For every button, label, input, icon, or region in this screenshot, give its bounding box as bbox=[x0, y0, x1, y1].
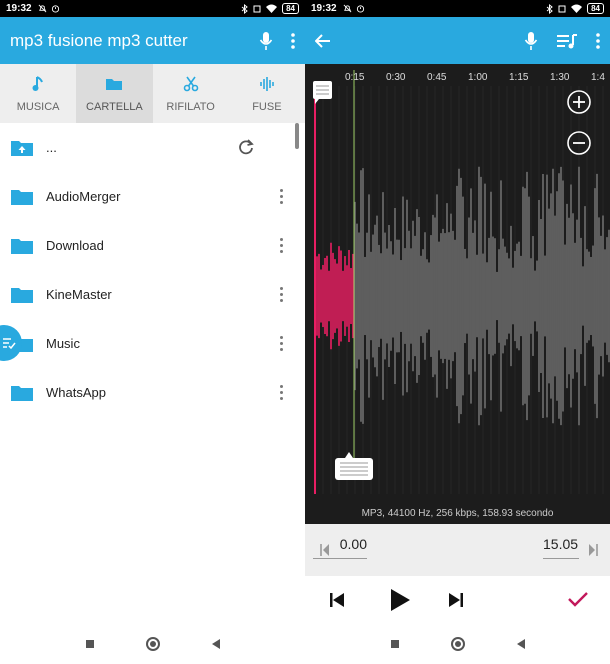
status-time: 19:32 bbox=[6, 3, 32, 14]
music-note-icon bbox=[32, 75, 44, 91]
status-bar: 19:32 84 bbox=[0, 0, 305, 17]
skip-to-end-icon[interactable] bbox=[588, 544, 598, 556]
folder-icon bbox=[11, 385, 33, 401]
folder-list: ... AudioMerger Download KineMaster Musi… bbox=[0, 123, 305, 417]
end-marker-handle-icon[interactable] bbox=[335, 452, 373, 482]
home-button[interactable] bbox=[145, 637, 160, 651]
playlist-music-icon[interactable] bbox=[556, 33, 578, 49]
back-button[interactable] bbox=[211, 639, 220, 649]
more-options-icon[interactable] bbox=[280, 238, 283, 253]
app-bar: mp3 fusione mp3 cutter bbox=[0, 17, 305, 64]
status-time: 19:32 bbox=[311, 3, 337, 14]
folder-icon bbox=[11, 287, 33, 303]
folder-icon bbox=[106, 78, 123, 90]
mute-icon bbox=[558, 5, 566, 12]
playlist-check-icon bbox=[3, 338, 16, 349]
tab-bar: MUSICA CARTELLA RIFILATO FUSE bbox=[0, 64, 305, 123]
microphone-icon[interactable] bbox=[259, 31, 273, 51]
wifi-icon bbox=[266, 4, 278, 13]
more-options-icon[interactable] bbox=[280, 385, 283, 400]
more-options-icon[interactable] bbox=[280, 287, 283, 302]
tab-label: MUSICA bbox=[16, 100, 60, 113]
folder-label: Music bbox=[46, 336, 80, 351]
audio-editor-screen: 19:32 84 0:15 0:30 0:45 1:00 1:15 1:30 1… bbox=[305, 0, 610, 664]
status-bar: 19:32 84 bbox=[305, 0, 610, 17]
back-button[interactable] bbox=[516, 639, 525, 649]
tab-fuse[interactable]: FUSE bbox=[229, 64, 305, 123]
timeline-label: 0:30 bbox=[386, 72, 406, 83]
folder-row[interactable]: Download bbox=[0, 221, 305, 270]
microphone-icon[interactable] bbox=[524, 31, 538, 51]
alarm-icon bbox=[51, 5, 59, 13]
system-nav-bar bbox=[0, 624, 305, 664]
folder-label: KineMaster bbox=[46, 287, 112, 302]
folder-label: Download bbox=[46, 238, 104, 253]
battery-indicator: 84 bbox=[282, 3, 299, 14]
tab-rifilato[interactable]: RIFILATO bbox=[153, 64, 229, 123]
timeline-label: 1:30 bbox=[550, 72, 570, 83]
timeline-label: 0:15 bbox=[345, 72, 365, 83]
waveform-icon bbox=[260, 76, 274, 91]
trim-time-controls: 0.00 15.05 bbox=[305, 524, 610, 576]
next-icon[interactable] bbox=[448, 592, 464, 608]
folder-icon bbox=[11, 189, 33, 205]
timeline-label: 1:00 bbox=[468, 72, 488, 83]
app-title: mp3 fusione mp3 cutter bbox=[10, 30, 188, 50]
battery-indicator: 84 bbox=[587, 3, 604, 14]
tab-label: FUSE bbox=[252, 100, 282, 113]
play-icon[interactable] bbox=[389, 588, 411, 612]
home-button[interactable] bbox=[450, 637, 465, 651]
overflow-menu-icon[interactable] bbox=[291, 32, 295, 49]
bluetooth-icon bbox=[241, 3, 248, 14]
file-info: MP3, 44100 Hz, 256 kbps, 158.93 secondo bbox=[361, 508, 554, 519]
folder-label: WhatsApp bbox=[46, 385, 106, 400]
bluetooth-icon bbox=[546, 3, 553, 14]
confirm-check-icon[interactable] bbox=[568, 591, 588, 607]
zoom-out-icon[interactable] bbox=[566, 130, 592, 156]
notification-off-icon bbox=[38, 4, 46, 13]
timeline-label: 1:4 bbox=[591, 72, 605, 83]
folder-label: AudioMerger bbox=[46, 189, 121, 204]
playback-controls bbox=[305, 576, 610, 624]
system-nav-bar bbox=[305, 624, 610, 664]
previous-icon[interactable] bbox=[329, 592, 345, 608]
scrollbar[interactable] bbox=[295, 123, 299, 149]
file-browser-screen: 19:32 84 mp3 fusione mp3 cutter MUSICA C… bbox=[0, 0, 305, 664]
recents-button[interactable] bbox=[85, 640, 94, 648]
notification-off-icon bbox=[343, 4, 351, 13]
folder-row[interactable]: AudioMerger bbox=[0, 172, 305, 221]
overflow-menu-icon[interactable] bbox=[596, 32, 600, 49]
alarm-icon bbox=[356, 5, 364, 13]
timeline-label: 0:45 bbox=[427, 72, 447, 83]
tab-label: CARTELLA bbox=[86, 100, 143, 113]
app-bar bbox=[305, 17, 610, 64]
parent-folder-row[interactable]: ... bbox=[0, 123, 305, 172]
scissors-icon bbox=[183, 76, 198, 91]
start-marker-handle-icon[interactable] bbox=[313, 81, 333, 105]
mute-icon bbox=[253, 5, 261, 12]
tab-cartella[interactable]: CARTELLA bbox=[76, 64, 153, 123]
folder-row[interactable]: Music bbox=[0, 319, 305, 368]
refresh-icon[interactable] bbox=[237, 138, 255, 156]
wifi-icon bbox=[571, 4, 583, 13]
recents-button[interactable] bbox=[390, 640, 399, 648]
tab-musica[interactable]: MUSICA bbox=[0, 64, 76, 123]
more-options-icon[interactable] bbox=[280, 336, 283, 351]
back-arrow-icon[interactable] bbox=[315, 33, 331, 48]
folder-row[interactable]: KineMaster bbox=[0, 270, 305, 319]
folder-up-icon bbox=[11, 140, 33, 156]
end-time-field[interactable]: 15.05 bbox=[543, 536, 579, 559]
folder-row[interactable]: WhatsApp bbox=[0, 368, 305, 417]
timeline-ruler: 0:15 0:30 0:45 1:00 1:15 1:30 1:4 bbox=[305, 70, 610, 86]
zoom-in-icon[interactable] bbox=[566, 89, 592, 115]
start-time-field[interactable]: 0.00 bbox=[313, 536, 367, 559]
folder-icon bbox=[11, 238, 33, 254]
more-options-icon[interactable] bbox=[280, 189, 283, 204]
timeline-label: 1:15 bbox=[509, 72, 529, 83]
parent-folder-label: ... bbox=[46, 140, 57, 155]
tab-label: RIFILATO bbox=[166, 100, 215, 113]
